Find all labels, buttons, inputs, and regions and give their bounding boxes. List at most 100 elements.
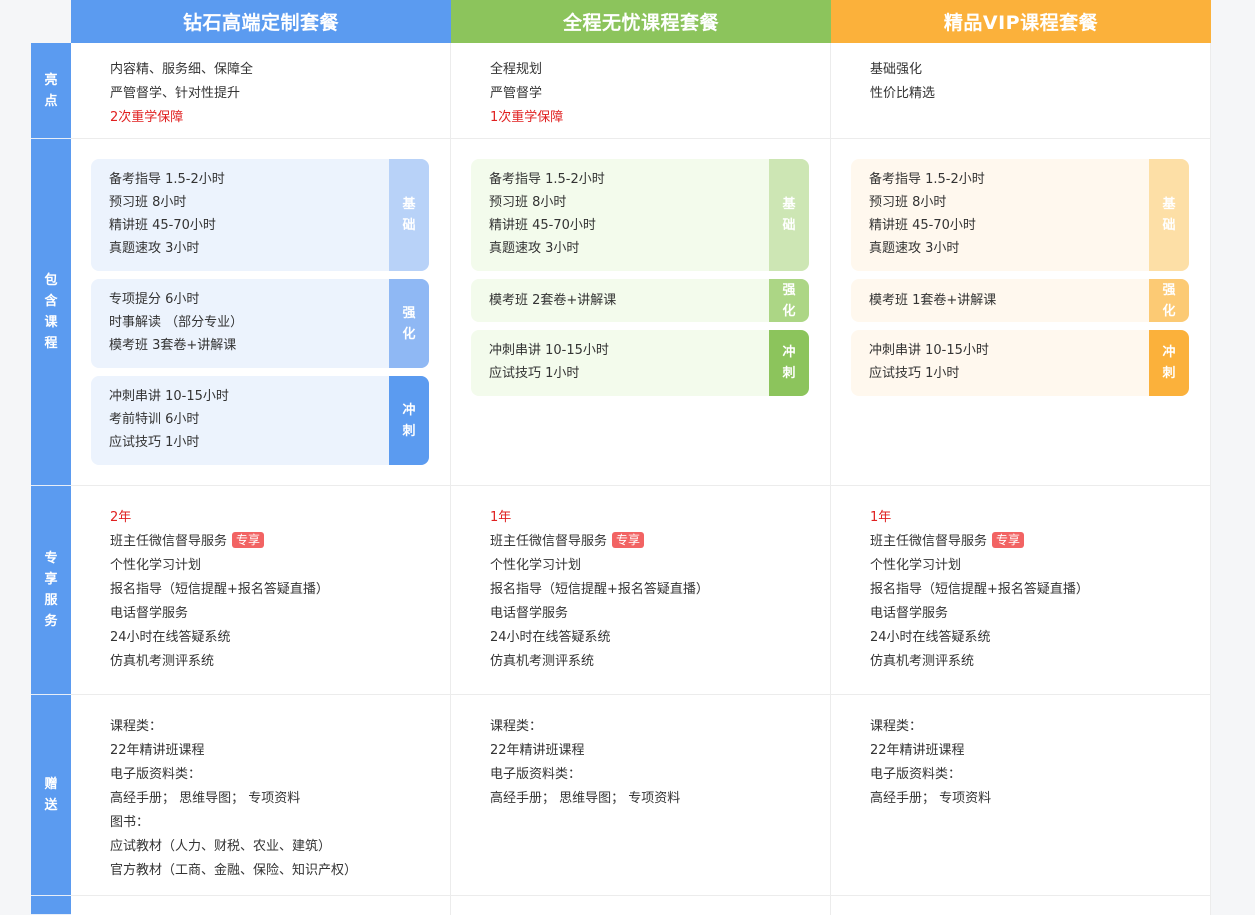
gift-item: 22年精讲班课程	[110, 743, 205, 758]
gifts-cell-diamond: 课程类： 22年精讲班课程 电子版资料类： 高经手册； 思维导图； 专项资料 图…	[71, 695, 451, 896]
course-item: 预习班 8小时	[869, 195, 947, 210]
courses-cell-worry-free: 备考指导 1.5-2小时 预习班 8小时 精讲班 45-70小时 真题速攻 3小…	[451, 139, 831, 486]
gift-item: 高经手册； 思维导图； 专项资料	[110, 791, 301, 806]
exclusive-badge: 专享	[232, 532, 265, 548]
course-item: 精讲班 45-70小时	[869, 218, 976, 233]
service-duration: 1年	[490, 510, 512, 525]
course-box-sprint: 冲刺串讲 10-15小时 应试技巧 1小时 冲刺	[851, 330, 1189, 396]
highlight-guarantee: 2次重学保障	[110, 110, 184, 125]
service-item: 报名指导（短信提醒+报名答疑直播）	[490, 582, 709, 597]
gift-item: 应试教材（人力、财税、农业、建筑）	[110, 839, 332, 854]
course-box-base: 备考指导 1.5-2小时 预习班 8小时 精讲班 45-70小时 真题速攻 3小…	[851, 159, 1189, 271]
gift-item: 官方教材（工商、金融、保险、知识产权）	[110, 863, 358, 878]
gift-item: 22年精讲班课程	[490, 743, 585, 758]
course-item: 冲刺串讲 10-15小时	[109, 389, 229, 404]
gift-item: 图书：	[110, 815, 150, 830]
highlights-cell-vip: 基础强化 性价比精选	[831, 43, 1211, 139]
service-item: 电话督学服务	[490, 606, 569, 621]
gift-item: 高经手册； 专项资料	[870, 791, 992, 806]
course-item: 冲刺串讲 10-15小时	[869, 343, 989, 358]
gift-item: 高经手册； 思维导图； 专项资料	[490, 791, 681, 806]
service-wechat: 班主任微信督导服务 专享	[490, 530, 709, 554]
service-item: 24小时在线答疑系统	[870, 630, 991, 645]
service-item: 24小时在线答疑系统	[490, 630, 611, 645]
highlight-item: 严管督学	[490, 86, 543, 101]
service-item: 报名指导（短信提醒+报名答疑直播）	[870, 582, 1089, 597]
stage-tag-sprint: 冲刺	[389, 376, 429, 465]
row-label-courses: 包含课程	[31, 139, 71, 486]
course-item: 模考班 1套卷+讲解课	[869, 293, 997, 308]
service-item: 电话督学服务	[110, 606, 189, 621]
course-item: 应试技巧 1小时	[489, 366, 580, 381]
course-box-base: 备考指导 1.5-2小时 预习班 8小时 精讲班 45-70小时 真题速攻 3小…	[471, 159, 809, 271]
services-cell-diamond: 2年 班主任微信督导服务 专享 个性化学习计划 报名指导（短信提醒+报名答疑直播）…	[71, 486, 451, 695]
gift-item: 课程类：	[870, 719, 923, 734]
package-header-diamond: 钻石高端定制套餐	[71, 0, 451, 43]
next-row-cell	[451, 896, 831, 915]
service-item: 仿真机考测评系统	[490, 654, 595, 669]
exclusive-badge: 专享	[612, 532, 645, 548]
stage-tag-sprint: 冲刺	[769, 330, 809, 396]
service-item: 报名指导（短信提醒+报名答疑直播）	[110, 582, 329, 597]
courses-cell-diamond: 备考指导 1.5-2小时 预习班 8小时 精讲班 45-70小时 真题速攻 3小…	[71, 139, 451, 486]
course-box-sprint: 冲刺串讲 10-15小时 考前特训 6小时 应试技巧 1小时 冲刺	[91, 376, 429, 465]
course-item: 真题速攻 3小时	[489, 241, 580, 256]
services-cell-worry-free: 1年 班主任微信督导服务 专享 个性化学习计划 报名指导（短信提醒+报名答疑直播）…	[451, 486, 831, 695]
courses-cell-vip: 备考指导 1.5-2小时 预习班 8小时 精讲班 45-70小时 真题速攻 3小…	[831, 139, 1211, 486]
course-item: 真题速攻 3小时	[109, 241, 200, 256]
service-wechat: 班主任微信督导服务 专享	[870, 530, 1089, 554]
service-item: 24小时在线答疑系统	[110, 630, 231, 645]
service-item: 个性化学习计划	[110, 558, 202, 573]
course-item: 预习班 8小时	[109, 195, 187, 210]
gifts-cell-vip: 课程类： 22年精讲班课程 电子版资料类： 高经手册； 专项资料	[831, 695, 1211, 896]
highlight-item: 全程规划	[490, 62, 543, 77]
course-item: 模考班 3套卷+讲解课	[109, 338, 237, 353]
gift-item: 电子版资料类：	[490, 767, 582, 782]
service-item: 电话督学服务	[870, 606, 949, 621]
service-item: 仿真机考测评系统	[870, 654, 975, 669]
stage-tag-base: 基础	[389, 159, 429, 271]
gift-item: 22年精讲班课程	[870, 743, 965, 758]
course-item: 预习班 8小时	[489, 195, 567, 210]
row-label-gifts: 赠送	[31, 695, 71, 896]
package-comparison-table: 钻石高端定制套餐 全程无忧课程套餐 精品VIP课程套餐 亮点 包含课程 专享服务…	[0, 0, 1255, 915]
row-label-next	[31, 896, 71, 915]
service-item: 仿真机考测评系统	[110, 654, 215, 669]
course-item: 备考指导 1.5-2小时	[869, 172, 985, 187]
course-item: 备考指导 1.5-2小时	[109, 172, 225, 187]
gifts-cell-worry-free: 课程类： 22年精讲班课程 电子版资料类： 高经手册； 思维导图； 专项资料	[451, 695, 831, 896]
gift-item: 课程类：	[110, 719, 163, 734]
package-header-worry-free: 全程无忧课程套餐	[451, 0, 831, 43]
highlights-cell-worry-free: 全程规划 严管督学 1次重学保障	[451, 43, 831, 139]
course-item: 时事解读 （部分专业）	[109, 315, 244, 330]
course-item: 应试技巧 1小时	[109, 435, 200, 450]
stage-tag-strengthen: 强化	[389, 279, 429, 368]
course-item: 冲刺串讲 10-15小时	[489, 343, 609, 358]
course-item: 专项提分 6小时	[109, 292, 200, 307]
highlight-item: 严管督学、针对性提升	[110, 86, 241, 101]
gift-item: 课程类：	[490, 719, 543, 734]
row-label-services: 专享服务	[31, 486, 71, 695]
package-header-vip: 精品VIP课程套餐	[831, 0, 1211, 43]
stage-tag-base: 基础	[1149, 159, 1189, 271]
course-box-strengthen: 模考班 1套卷+讲解课 强化	[851, 279, 1189, 322]
course-item: 模考班 2套卷+讲解课	[489, 293, 617, 308]
exclusive-badge: 专享	[992, 532, 1025, 548]
highlights-cell-diamond: 内容精、服务细、保障全 严管督学、针对性提升 2次重学保障	[71, 43, 451, 139]
service-item: 个性化学习计划	[490, 558, 582, 573]
gift-item: 电子版资料类：	[870, 767, 962, 782]
course-box-sprint: 冲刺串讲 10-15小时 应试技巧 1小时 冲刺	[471, 330, 809, 396]
highlight-item: 内容精、服务细、保障全	[110, 62, 254, 77]
course-item: 备考指导 1.5-2小时	[489, 172, 605, 187]
course-item: 真题速攻 3小时	[869, 241, 960, 256]
stage-tag-base: 基础	[769, 159, 809, 271]
next-row-cell	[831, 896, 1211, 915]
course-box-strengthen: 专项提分 6小时 时事解读 （部分专业） 模考班 3套卷+讲解课 强化	[91, 279, 429, 368]
highlight-item: 基础强化	[870, 62, 923, 77]
service-duration: 2年	[110, 510, 132, 525]
course-box-strengthen: 模考班 2套卷+讲解课 强化	[471, 279, 809, 322]
stage-tag-strengthen: 强化	[1149, 279, 1189, 322]
service-wechat: 班主任微信督导服务 专享	[110, 530, 329, 554]
service-duration: 1年	[870, 510, 892, 525]
course-item: 精讲班 45-70小时	[489, 218, 596, 233]
